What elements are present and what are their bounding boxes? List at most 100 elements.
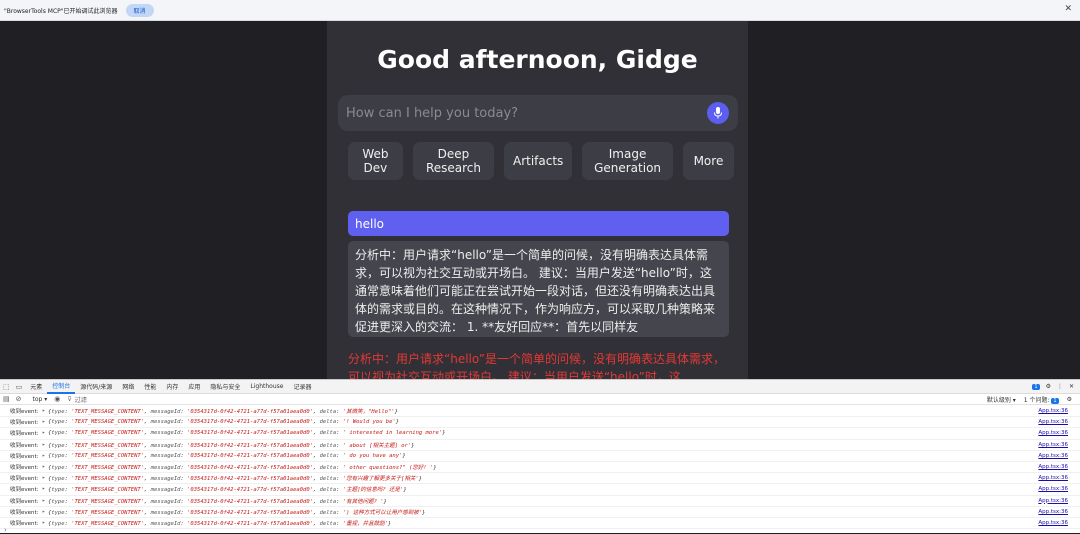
- close-icon[interactable]: ✕: [1064, 4, 1072, 14]
- devtools-panel: ⬚ ▭ 元素 控制台 源代码/来源 网络 性能 内存 应用 隐私与安全 Ligh…: [0, 379, 1080, 534]
- console-log-row: 收到event: ▸ {type: 'TEXT_MESSAGE_CONTENT', …: [0, 451, 1080, 462]
- log-object[interactable]: {type: 'TEXT_MESSAGE_CONTENT', messageId…: [48, 474, 422, 482]
- assistant-message: 分析中：用户请求“hello”是一个简单的问候，没有明确表达具体需求，可以视为社…: [348, 241, 729, 337]
- log-object[interactable]: {type: 'TEXT_MESSAGE_CONTENT', messageId…: [48, 463, 437, 471]
- log-source-link[interactable]: App.tsx:36: [1038, 520, 1068, 526]
- tab-application[interactable]: 应用: [183, 380, 205, 394]
- chip-more[interactable]: More: [682, 142, 734, 180]
- console-log-row: 收到event: ▸ {type: 'TEXT_MESSAGE_CONTENT', …: [0, 440, 1080, 451]
- log-object[interactable]: {type: 'TEXT_MESSAGE_CONTENT', messageId…: [48, 441, 414, 449]
- console-log-row: 收到event: ▸ {type: 'TEXT_MESSAGE_CONTENT', …: [0, 496, 1080, 507]
- console-log-row: 收到event: ▸ {type: 'TEXT_MESSAGE_CONTENT', …: [0, 406, 1080, 418]
- user-message: hello: [348, 211, 729, 236]
- log-source-link[interactable]: App.tsx:36: [1038, 453, 1068, 459]
- console-log-row: 收到event: ▸ {type: 'TEXT_MESSAGE_CONTENT', …: [0, 428, 1080, 440]
- log-source-link[interactable]: App.tsx:36: [1038, 442, 1068, 448]
- tab-recorder[interactable]: 记录器: [288, 380, 316, 394]
- filter-icon: ⊽: [67, 395, 72, 403]
- log-source-link[interactable]: App.tsx:36: [1038, 430, 1068, 436]
- tab-network[interactable]: 网络: [117, 380, 139, 394]
- log-object[interactable]: {type: 'TEXT_MESSAGE_CONTENT', messageId…: [48, 485, 407, 493]
- tab-memory[interactable]: 内存: [161, 380, 183, 394]
- tab-elements[interactable]: 元素: [25, 380, 47, 394]
- console-log-row: 收到event: ▸ {type: 'TEXT_MESSAGE_CONTENT', …: [0, 473, 1080, 485]
- log-label: 收到event:: [10, 476, 39, 483]
- log-object[interactable]: {type: 'TEXT_MESSAGE_CONTENT', messageId…: [48, 453, 406, 459]
- console-log-list: 收到event: ▸ {type: 'TEXT_MESSAGE_CONTENT', …: [0, 406, 1080, 530]
- log-label: 收到event:: [10, 442, 39, 449]
- chip-deep-research[interactable]: Deep Research: [412, 142, 495, 180]
- context-selector[interactable]: top ▾: [29, 396, 52, 403]
- eye-icon[interactable]: ◉: [51, 395, 63, 403]
- streaming-text: 分析中：用户请求“hello”是一个简单的问候，没有明确表达具体需求，可以视为社…: [348, 352, 726, 379]
- console-settings-icon[interactable]: ⚙: [1067, 396, 1072, 403]
- log-object[interactable]: {type: 'TEXT_MESSAGE_CONTENT', messageId…: [48, 430, 445, 436]
- chip-artifacts[interactable]: Artifacts: [504, 142, 573, 180]
- filter-input[interactable]: ⊽ 过滤: [67, 395, 986, 404]
- log-label: 收到event:: [10, 509, 39, 516]
- console-log-row: 收到event: ▸ {type: 'TEXT_MESSAGE_CONTENT', …: [0, 507, 1080, 518]
- log-source-link[interactable]: App.tsx:36: [1038, 498, 1068, 504]
- tab-performance[interactable]: 性能: [139, 380, 161, 394]
- clear-console-icon[interactable]: ⊘: [13, 395, 25, 403]
- devtools-tabbar: ⬚ ▭ 元素 控制台 源代码/来源 网络 性能 内存 应用 隐私与安全 Ligh…: [0, 380, 1080, 394]
- log-object[interactable]: {type: 'TEXT_MESSAGE_CONTENT', messageId…: [48, 419, 399, 425]
- more-options-icon[interactable]: ⋮: [1057, 383, 1063, 390]
- settings-gear-icon[interactable]: ⚙: [1046, 383, 1051, 390]
- log-source-link[interactable]: App.tsx:36: [1038, 408, 1068, 414]
- log-label: 收到event:: [10, 453, 39, 460]
- log-source-link[interactable]: App.tsx:36: [1038, 475, 1068, 481]
- log-object[interactable]: {type: 'TEXT_MESSAGE_CONTENT', messageId…: [48, 407, 398, 415]
- microphone-icon[interactable]: [707, 102, 729, 124]
- chip-label: Web Dev: [362, 147, 389, 175]
- suggestion-chips: Web Dev Deep Research Artifacts Image Ge…: [348, 142, 734, 180]
- chip-label: More: [693, 154, 724, 168]
- console-log-row: 收到event: ▸ {type: 'TEXT_MESSAGE_CONTENT', …: [0, 518, 1080, 530]
- close-devtools-icon[interactable]: ✕: [1069, 383, 1074, 390]
- chip-image-generation[interactable]: Image Generation: [582, 142, 673, 180]
- filterbar-right: 默认级别 ▾ 1 个问题: 1 ⚙: [987, 395, 1080, 404]
- log-object[interactable]: {type: 'TEXT_MESSAGE_CONTENT', messageId…: [48, 508, 425, 516]
- tab-privacy-security[interactable]: 隐私与安全: [205, 380, 245, 394]
- log-label: 收到event:: [10, 498, 39, 505]
- tab-sources[interactable]: 源代码/来源: [75, 380, 117, 394]
- chip-label: Artifacts: [512, 154, 564, 168]
- console-log-row: 收到event: ▸ {type: 'TEXT_MESSAGE_CONTENT', …: [0, 484, 1080, 496]
- device-toggle-icon[interactable]: ▭: [13, 383, 26, 391]
- console-filterbar: ▤ ⊘ top ▾ ◉ ⊽ 过滤 默认级别 ▾ 1 个问题: 1 ⚙: [0, 394, 1080, 405]
- issues-count-badge[interactable]: 1: [1032, 383, 1040, 390]
- console-log-row: 收到event: ▸ {type: 'TEXT_MESSAGE_CONTENT', …: [0, 462, 1080, 474]
- greeting-title: Good afternoon, Gidge: [377, 45, 698, 74]
- log-label: 收到event:: [10, 420, 39, 427]
- issues-badge: 1: [1051, 397, 1059, 404]
- sidebar-toggle-icon[interactable]: ▤: [0, 395, 13, 403]
- filter-placeholder: 过滤: [74, 396, 87, 404]
- log-source-link[interactable]: App.tsx:36: [1038, 509, 1068, 515]
- tab-lighthouse[interactable]: Lighthouse: [245, 380, 288, 394]
- log-label: 收到event:: [10, 431, 39, 438]
- chat-input[interactable]: [346, 101, 696, 125]
- log-level-selector[interactable]: 默认级别 ▾: [987, 395, 1016, 404]
- devtools-toolbar-right: 1 ⚙ ⋮ ✕: [1032, 383, 1080, 390]
- log-object[interactable]: {type: 'TEXT_MESSAGE_CONTENT', messageId…: [48, 497, 387, 505]
- log-source-link[interactable]: App.tsx:36: [1038, 486, 1068, 492]
- log-object[interactable]: {type: 'TEXT_MESSAGE_CONTENT', messageId…: [48, 519, 391, 527]
- chip-label: Image Generation: [594, 147, 662, 175]
- cancel-debug-button[interactable]: 取消: [125, 3, 154, 17]
- console-log-row: 收到event: ▸ {type: 'TEXT_MESSAGE_CONTENT', …: [0, 417, 1080, 429]
- page-viewport: Good afternoon, Gidge Web Dev Deep Resea…: [0, 21, 1080, 379]
- debug-infobar: "BrowserTools MCP"已开始调试此浏览器 取消 ✕: [0, 0, 1080, 21]
- log-label: 收到event:: [10, 465, 39, 472]
- log-source-link[interactable]: App.tsx:36: [1038, 419, 1068, 425]
- log-source-link[interactable]: App.tsx:36: [1038, 464, 1068, 470]
- tab-console[interactable]: 控制台: [47, 380, 76, 394]
- issues-label[interactable]: 1 个问题: 1: [1024, 395, 1059, 404]
- chat-panel: Good afternoon, Gidge Web Dev Deep Resea…: [327, 21, 748, 379]
- chip-web-dev[interactable]: Web Dev: [348, 142, 403, 180]
- inspect-icon[interactable]: ⬚: [0, 383, 13, 391]
- search-box: [338, 95, 738, 131]
- microphone-glyph: [714, 107, 722, 119]
- log-label: 收到event:: [10, 487, 39, 494]
- chip-label: Deep Research: [425, 147, 481, 175]
- log-label: 收到event:: [10, 409, 39, 416]
